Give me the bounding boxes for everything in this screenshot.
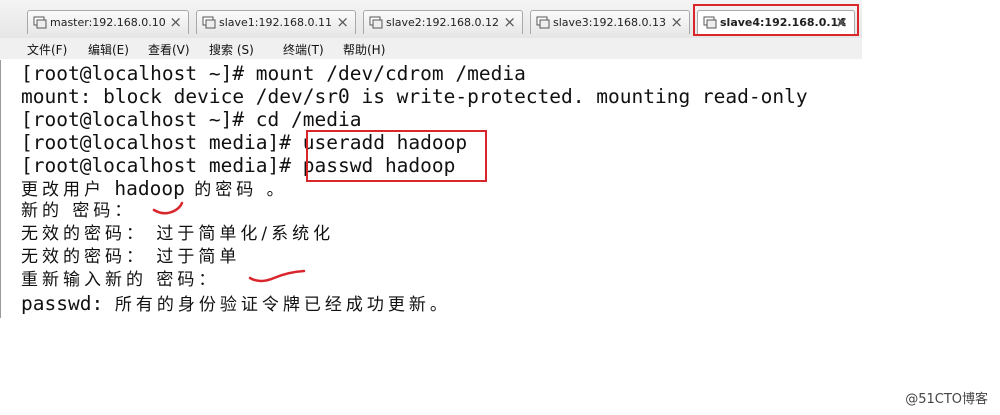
terminal-session-icon [369, 16, 383, 29]
password-suffix: 的密码 。 [184, 180, 288, 200]
close-icon[interactable]: × [336, 13, 349, 31]
menu-file[interactable]: 文件(F) [27, 41, 67, 58]
tab-label: slave2:192.168.0.12 [386, 16, 499, 29]
terminal-line: 更改用户 hadoop 的密码 。 [21, 177, 288, 202]
user-name: hadoop [114, 177, 185, 200]
watermark: @51CTO博客 [905, 392, 988, 407]
annotation-mark [248, 269, 306, 283]
tab-label: slave1:192.168.0.11 [219, 16, 332, 29]
terminal-session-icon [536, 16, 550, 29]
terminal-line: [root@localhost ~]# mount /dev/cdrom /me… [21, 62, 526, 85]
terminal-line: 无效的密码： 过于简单化/系统化 [21, 224, 335, 244]
menu-edit[interactable]: 编辑(E) [88, 41, 129, 58]
terminal-output[interactable]: [root@localhost ~]# mount /dev/cdrom /me… [0, 60, 863, 318]
terminal-session-icon [202, 16, 216, 29]
tab-slave3[interactable]: slave3:192.168.0.13 × [530, 10, 690, 34]
menu-search[interactable]: 搜索 (S) [209, 41, 254, 58]
terminal-line: passwd: 所有的身份验证令牌已经成功更新。 [21, 292, 451, 317]
terminal-line: [root@localhost ~]# cd /media [21, 108, 362, 131]
active-tab-highlight-box [693, 4, 859, 36]
success-message: 所有的身份验证令牌已经成功更新。 [114, 295, 451, 315]
terminal-line: 新的 密码： [21, 201, 136, 221]
prompt: [root@localhost media]# [21, 131, 303, 154]
terminal-line: 无效的密码： 过于简单 [21, 247, 241, 267]
session-tab-bar: master:192.168.0.10 × slave1:192.168.0.1… [0, 0, 862, 39]
menu-help[interactable]: 帮助(H) [343, 41, 385, 58]
terminal-line: 重新输入新的 密码： [21, 270, 220, 290]
close-icon[interactable]: × [169, 13, 182, 31]
menu-view[interactable]: 查看(V) [148, 41, 190, 58]
annotation-mark [152, 201, 184, 215]
close-icon[interactable]: × [503, 13, 516, 31]
tab-slave2[interactable]: slave2:192.168.0.12 × [363, 10, 523, 34]
close-icon[interactable]: × [670, 13, 683, 31]
tab-label: master:192.168.0.10 [50, 16, 166, 29]
prompt: [root@localhost media]# [21, 154, 303, 177]
menu-bar: 文件(F) 编辑(E) 查看(V) 搜索 (S) 终端(T) 帮助(H) [0, 38, 862, 59]
command-highlight-box [306, 130, 487, 182]
tab-master[interactable]: master:192.168.0.10 × [27, 10, 189, 34]
terminal-session-icon [33, 16, 47, 29]
terminal-line: mount: block device /dev/sr0 is write-pr… [21, 85, 808, 108]
tab-slave1[interactable]: slave1:192.168.0.11 × [196, 10, 356, 34]
menu-terminal[interactable]: 终端(T) [283, 41, 324, 58]
change-user-label: 更改用户 [21, 180, 115, 200]
passwd-prefix: passwd: [21, 292, 115, 315]
tab-label: slave3:192.168.0.13 [553, 16, 666, 29]
